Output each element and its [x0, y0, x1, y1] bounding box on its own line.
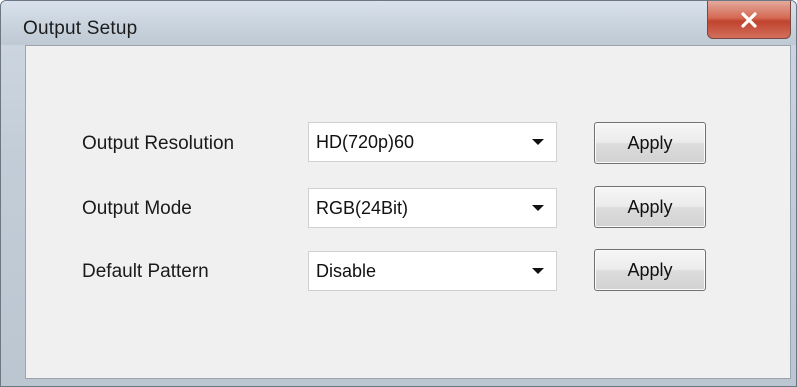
close-button[interactable]	[707, 1, 791, 39]
output-resolution-label: Output Resolution	[82, 133, 235, 154]
close-icon	[739, 11, 759, 28]
apply-mode-button[interactable]: Apply	[594, 186, 706, 228]
output-setup-window: Output Setup Output Resolution HD(720p)6…	[0, 0, 797, 387]
chevron-down-icon	[532, 139, 544, 145]
output-mode-select[interactable]: RGB(24Bit)	[308, 188, 557, 228]
title-bar[interactable]: Output Setup	[1, 1, 796, 45]
output-resolution-value: HD(720p)60	[316, 132, 415, 152]
default-pattern-value: Disable	[316, 261, 377, 281]
apply-resolution-button[interactable]: Apply	[594, 122, 706, 164]
window-title: Output Setup	[23, 18, 138, 39]
apply-pattern-button[interactable]: Apply	[594, 249, 706, 291]
chevron-down-icon	[532, 268, 544, 274]
output-mode-label: Output Mode	[82, 198, 192, 219]
output-mode-value: RGB(24Bit)	[316, 198, 409, 218]
default-pattern-select[interactable]: Disable	[308, 251, 557, 291]
chevron-down-icon	[532, 205, 544, 211]
default-pattern-label: Default Pattern	[82, 261, 209, 282]
output-resolution-select[interactable]: HD(720p)60	[308, 122, 557, 162]
